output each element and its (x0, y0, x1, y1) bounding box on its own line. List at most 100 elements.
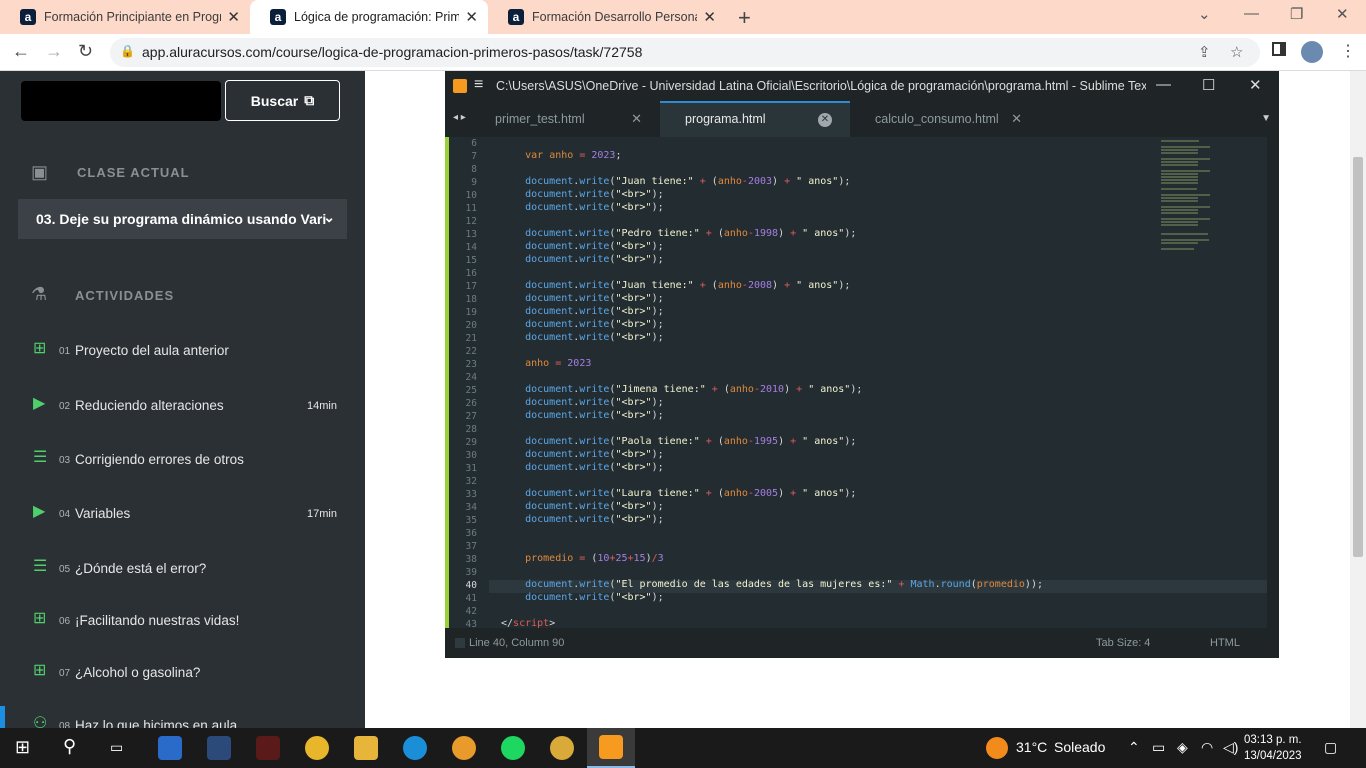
restore-icon[interactable]: ❐ (1290, 5, 1303, 23)
notifications-icon[interactable]: ▢ (1324, 739, 1337, 756)
forward-icon[interactable]: → (45, 41, 63, 62)
chrome-icon[interactable] (305, 736, 329, 760)
code-line[interactable]: document.write("El promedio de las edade… (501, 579, 1043, 590)
code-line[interactable]: document.write("Paola tiene:" + (anho-19… (501, 436, 856, 447)
battery-icon[interactable]: ▭ (1152, 739, 1165, 756)
sublime-text-icon[interactable] (599, 735, 623, 759)
code-line[interactable]: document.write("<br>"); (501, 332, 664, 343)
code-line[interactable]: document.write("Juan tiene:" + (anho-200… (501, 280, 850, 291)
file-explorer-icon[interactable] (354, 736, 378, 760)
reload-icon[interactable]: ↻ (78, 41, 93, 62)
code-line[interactable]: document.write("<br>"); (501, 319, 664, 330)
search-input[interactable] (21, 81, 221, 121)
spotify-icon[interactable] (501, 736, 525, 760)
activity-item[interactable]: ⊞ 06 ¡Facilitando nuestras vidas! (0, 601, 365, 641)
task-view-icon[interactable]: ▭ (110, 739, 123, 756)
close-window-icon[interactable]: ✕ (1336, 5, 1349, 23)
code-line[interactable]: document.write("<br>"); (501, 189, 664, 200)
code-line[interactable]: document.write("<br>"); (501, 202, 664, 213)
code-line[interactable]: anho = 2023 (501, 358, 591, 369)
browser-tab-3[interactable]: a Formación Desarrollo Personal G ✕ (488, 0, 726, 34)
code-line[interactable]: </script> (501, 618, 555, 628)
edge-icon[interactable] (403, 736, 427, 760)
share-icon[interactable]: ⇪ (1198, 43, 1211, 61)
maximize-icon[interactable]: ☐ (1202, 76, 1215, 94)
code-line[interactable]: document.write("<br>"); (501, 254, 664, 265)
hamburger-menu-icon[interactable]: ≡ (474, 76, 483, 94)
page-scrollbar[interactable] (1350, 71, 1366, 728)
code-line[interactable]: document.write("Pedro tiene:" + (anho-19… (501, 228, 856, 239)
close-window-icon[interactable]: ✕ (1249, 76, 1262, 94)
taskbar-active-app[interactable] (587, 728, 635, 768)
editor-tab-2[interactable]: programa.html ✕ (660, 101, 850, 137)
close-tab-icon[interactable]: ✕ (465, 8, 478, 26)
browser-tab-2[interactable]: a Lógica de programación: Primero ✕ (250, 0, 488, 34)
code-line[interactable]: document.write("Jimena tiene:" + (anho-2… (501, 384, 862, 395)
panel-toggle-icon[interactable] (455, 638, 465, 648)
address-bar[interactable]: 🔒 app.aluracursos.com/course/logica-de-p… (110, 38, 1260, 67)
activity-item[interactable]: ☰ 05 ¿Dónde está el error? (0, 549, 365, 589)
editor-scrollbar[interactable] (1267, 137, 1279, 628)
minimap[interactable] (1161, 137, 1251, 250)
code-line[interactable]: document.write("<br>"); (501, 462, 664, 473)
windows-start-icon[interactable]: ⊞ (15, 737, 30, 758)
activity-item[interactable]: ▶ 02 Reduciendo alteraciones 14min (0, 386, 365, 426)
activity-item[interactable]: ⚇ 08 Haz lo que hicimos en aula (0, 706, 365, 728)
shield-icon[interactable]: ◈ (1177, 739, 1188, 756)
close-tab-icon[interactable]: ✕ (703, 8, 716, 26)
weather-temperature[interactable]: 31°C (1016, 739, 1047, 755)
menu-kebab-icon[interactable]: ⋮ (1340, 41, 1356, 61)
side-panel-icon[interactable] (1272, 42, 1286, 56)
back-icon[interactable]: ← (12, 41, 30, 62)
activity-item[interactable]: ☰ 03 Corrigiendo errores de otros (0, 440, 365, 480)
search-icon[interactable]: ⚲ (63, 736, 76, 757)
activity-item[interactable]: ▶ 04 Variables 17min (0, 494, 365, 534)
chrome-profile-icon[interactable] (550, 736, 574, 760)
editor-tab-3[interactable]: calculo_consumo.html ✕ (850, 101, 1040, 137)
activity-item[interactable]: ⊞ 07 ¿Alcohol o gasolina? (0, 653, 365, 693)
code-line[interactable]: promedio = (10+25+15)/3 (501, 553, 664, 564)
code-line[interactable]: document.write("<br>"); (501, 241, 664, 252)
bookmark-star-icon[interactable]: ☆ (1230, 43, 1243, 61)
minimize-icon[interactable]: — (1156, 76, 1171, 93)
close-tab-icon[interactable]: ✕ (1011, 111, 1022, 127)
game-launcher-icon[interactable] (256, 736, 280, 760)
volume-icon[interactable]: ◁) (1223, 739, 1238, 756)
code-editor[interactable]: 6 7 8 9 10 11 12 13 14 15 16 17 18 19 20 21 22 23 24 25 26 27… (445, 137, 1267, 628)
avast-icon[interactable] (452, 736, 476, 760)
league-of-legends-icon[interactable] (207, 736, 231, 760)
code-line[interactable]: document.write("<br>"); (501, 514, 664, 525)
code-line[interactable]: document.write("<br>"); (501, 410, 664, 421)
close-tab-icon[interactable]: ✕ (631, 111, 642, 127)
weather-condition[interactable]: Soleado (1054, 739, 1105, 755)
tab-size[interactable]: Tab Size: 4 (1096, 637, 1150, 649)
code-line[interactable]: document.write("Laura tiene:" + (anho-20… (501, 488, 856, 499)
tab-search-icon[interactable]: ⌄ (1198, 5, 1211, 23)
activity-item[interactable]: ⊞ 01 Proyecto del aula anterior (0, 331, 365, 371)
minimize-icon[interactable]: — (1244, 5, 1259, 22)
code-line[interactable]: document.write("<br>"); (501, 293, 664, 304)
mail-icon[interactable] (158, 736, 182, 760)
clock[interactable]: 03:13 p. m. 13/04/2023 (1244, 732, 1302, 764)
scrollbar-thumb[interactable] (1353, 157, 1363, 557)
code-line[interactable]: document.write("Juan tiene:" + (anho-200… (501, 176, 850, 187)
search-button[interactable]: Buscar ⧉ (225, 80, 340, 121)
close-tab-icon[interactable]: ✕ (227, 8, 240, 26)
chevron-up-icon[interactable]: ⌃ (1128, 739, 1140, 756)
syntax-mode[interactable]: HTML (1210, 637, 1240, 649)
code-line[interactable]: document.write("<br>"); (501, 397, 664, 408)
tab-dropdown-icon[interactable]: ▼ (1261, 113, 1271, 124)
code-line[interactable]: document.write("<br>"); (501, 306, 664, 317)
current-lesson-dropdown[interactable]: 03. Deje su programa dinámico usando Var… (18, 199, 347, 239)
code-line[interactable]: document.write("<br>"); (501, 592, 664, 603)
browser-tab-1[interactable]: a Formación Principiante en Progra ✕ (0, 0, 250, 34)
code-line[interactable]: var anho = 2023; (501, 150, 621, 161)
wifi-icon[interactable]: ◠ (1201, 739, 1213, 756)
code-line[interactable]: document.write("<br>"); (501, 501, 664, 512)
close-tab-icon[interactable]: ✕ (818, 113, 832, 127)
profile-avatar[interactable] (1301, 41, 1323, 63)
editor-tab-1[interactable]: primer_test.html ✕ (470, 101, 660, 137)
code-line[interactable]: document.write("<br>"); (501, 449, 664, 460)
new-tab-button[interactable]: + (738, 5, 751, 31)
tab-nav-arrows-icon[interactable]: ◂ ▸ (453, 112, 466, 123)
